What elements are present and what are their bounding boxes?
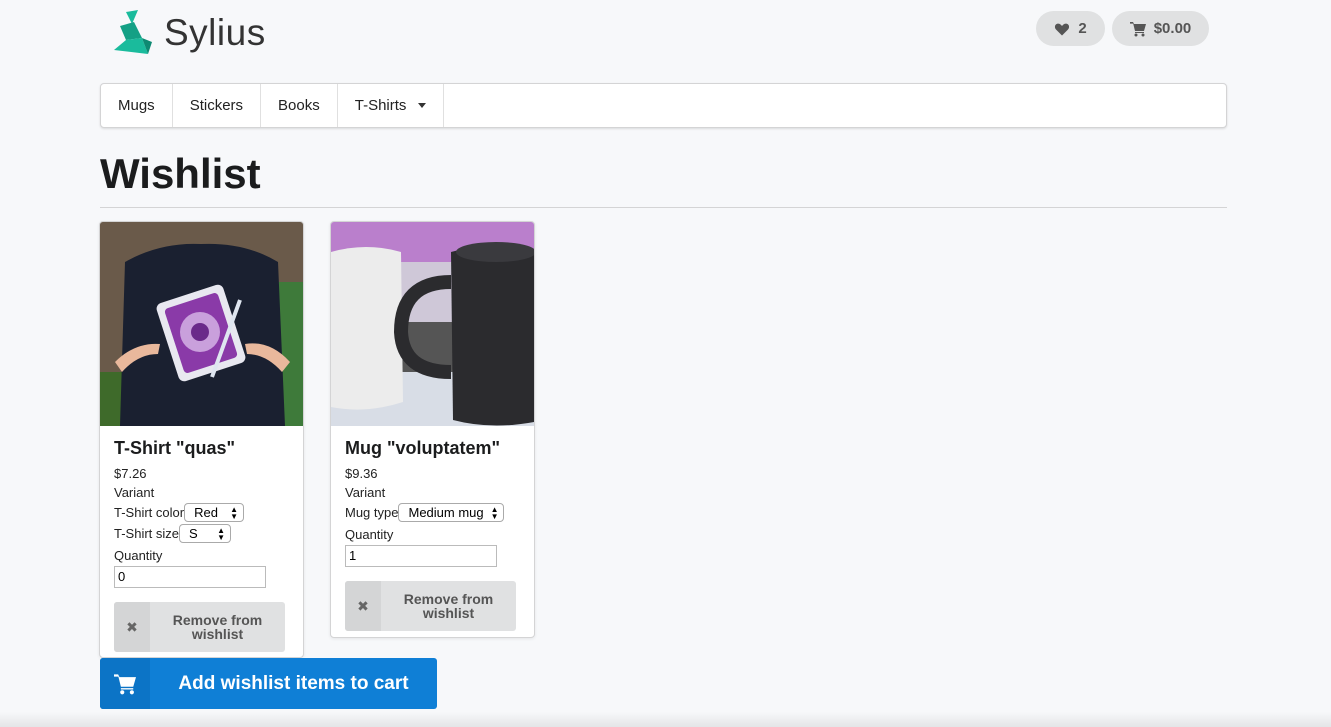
select-arrows-icon: ▲ ▼: [230, 504, 239, 521]
select-arrows-icon: ▲ ▼: [490, 504, 499, 521]
product-name[interactable]: T-Shirt "quas": [114, 438, 289, 459]
select-arrows-icon: ▲ ▼: [217, 525, 226, 542]
size-select[interactable]: S ▲ ▼: [179, 524, 232, 543]
quantity-input[interactable]: 0: [114, 566, 266, 588]
add-to-cart-label: Add wishlist items to cart: [178, 672, 409, 694]
option-row: Mug type Medium mug ▲ ▼: [345, 502, 520, 523]
sylius-logo-icon: [114, 10, 152, 54]
quantity-label: Quantity: [345, 527, 394, 542]
product-price: $9.36: [345, 466, 378, 481]
quantity-input[interactable]: 1: [345, 545, 497, 567]
variant-label: Variant: [114, 485, 155, 500]
nav-item-mugs[interactable]: Mugs: [101, 84, 173, 127]
add-wishlist-to-cart-button[interactable]: Add wishlist items to cart: [100, 658, 437, 709]
brand-name: Sylius: [164, 12, 266, 53]
cart-button[interactable]: $0.00: [1112, 11, 1209, 46]
select-value: S: [189, 526, 198, 541]
remove-from-wishlist-button[interactable]: ✖ Remove from wishlist: [345, 581, 516, 631]
remove-from-wishlist-button[interactable]: ✖ Remove from wishlist: [114, 602, 285, 652]
wishlist-count: 2: [1078, 20, 1087, 37]
remove-label: Remove from wishlist: [172, 612, 263, 642]
nav-item-label: T-Shirts: [354, 97, 407, 114]
option-label: T-Shirt color: [114, 505, 185, 520]
remove-label: Remove from wishlist: [403, 591, 494, 621]
option-label: Mug type: [345, 505, 399, 520]
close-icon: ✖: [345, 581, 381, 631]
heart-icon: [1055, 23, 1070, 35]
cart-icon: [100, 658, 150, 709]
wishlist-button[interactable]: 2: [1036, 11, 1105, 46]
variant-label: Variant: [345, 485, 386, 500]
title-divider: [100, 207, 1227, 208]
nav-item-stickers[interactable]: Stickers: [173, 84, 262, 127]
option-row: T-Shirt size S ▲ ▼: [114, 523, 289, 544]
product-image[interactable]: [331, 222, 534, 426]
nav-item-label: Books: [278, 97, 320, 114]
page-title: Wishlist: [100, 150, 261, 197]
mug-type-select[interactable]: Medium mug ▲ ▼: [398, 503, 505, 522]
main-menu: Mugs Stickers Books T-Shirts: [100, 83, 1227, 128]
wishlist-item-card: Mug "voluptatem" $9.36 Variant Mug type …: [330, 221, 535, 638]
nav-item-books[interactable]: Books: [261, 84, 338, 127]
nav-item-t-shirts[interactable]: T-Shirts: [338, 84, 445, 127]
close-icon: ✖: [114, 602, 150, 652]
cart-total: $0.00: [1153, 20, 1192, 37]
select-value: Medium mug: [408, 505, 484, 520]
page-bottom-edge: [0, 712, 1331, 727]
product-image[interactable]: [100, 222, 303, 426]
product-price: $7.26: [114, 466, 147, 481]
option-row: T-Shirt color Red ▲ ▼: [114, 502, 289, 523]
caret-down-icon: [418, 103, 427, 108]
wishlist-item-card: T-Shirt "quas" $7.26 Variant T-Shirt col…: [99, 221, 304, 658]
nav-item-label: Stickers: [189, 97, 244, 114]
brand-logo[interactable]: Sylius: [112, 10, 266, 56]
color-select[interactable]: Red ▲ ▼: [184, 503, 245, 522]
cart-icon: [1129, 21, 1146, 36]
nav-item-label: Mugs: [118, 97, 155, 114]
product-name[interactable]: Mug "voluptatem": [345, 438, 520, 459]
option-label: T-Shirt size: [114, 526, 180, 541]
select-value: Red: [194, 505, 218, 520]
quantity-label: Quantity: [114, 548, 163, 563]
